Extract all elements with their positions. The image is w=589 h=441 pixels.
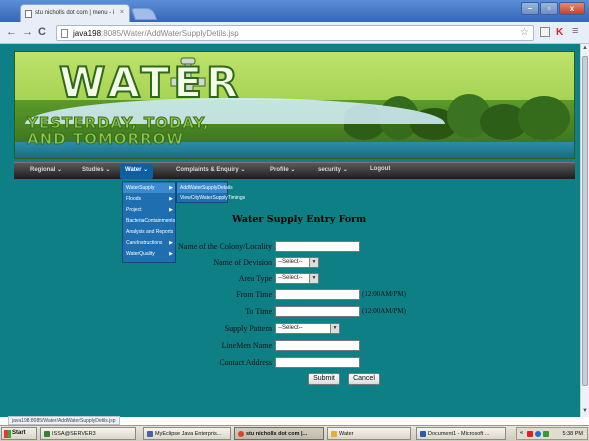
folder-icon [331,431,337,437]
menu-complaints-enquiry[interactable]: Complaints & Enquiry ⌄ [176,166,245,173]
watersupply-submenu: AddWaterSupplyDetails ViewCityWaterSuppl… [176,181,245,203]
screen: stu nicholls dot com | menu - i × – ▫ x … [0,0,589,441]
status-bar: java198:8085/Water/AddWaterSupplyDetils.… [8,416,120,425]
menu-logout[interactable]: Logout [370,166,390,172]
menu-item-care-instructions[interactable]: CareInstructions ▶ [123,238,175,248]
contact-address-label: Contact Address [219,358,272,367]
division-select[interactable]: --Select-- ▼ [275,257,319,268]
area-type-label: Area Type [238,274,272,283]
back-arrow-icon[interactable]: ← [6,26,17,38]
submenu-view-city-water-supply-timings[interactable]: ViewCityWaterSupplyTimings [177,193,245,203]
to-time-hint: (12:00AM/PM) [362,307,406,315]
browser-menu-icon[interactable]: ≡ [572,25,578,37]
windows-flag-icon [4,430,11,438]
maximize-button[interactable]: ▫ [540,2,558,15]
chevron-down-icon: ▼ [309,274,318,283]
browser-toolbar: ← → C java198:8085/Water/AddWaterSupplyD… [0,22,589,44]
new-tab-button[interactable] [130,8,158,20]
browser-titlebar: stu nicholls dot com | menu - i × – ▫ x [0,0,589,22]
main-menubar: Regional ⌄ Studies ⌄ Water ⌄ Complaints … [14,162,575,179]
division-label: Name of Devision [213,258,272,267]
submenu-add-water-supply-details[interactable]: AddWaterSupplyDetails [177,183,233,193]
supply-pattern-label: Supply Pattern [224,324,272,333]
tray-antivirus-icon[interactable] [527,431,533,437]
start-button[interactable]: Start [1,427,37,440]
taskbar-item-word-document[interactable]: Document1 - Microsoft ... [416,427,506,440]
from-time-input[interactable] [275,289,360,300]
tray-app-icon[interactable] [543,431,549,437]
scrollbar-thumb[interactable] [582,56,588,386]
chrome-icon [238,431,244,437]
tray-expand-icon[interactable]: « [520,430,523,436]
from-time-hint: (12:00AM/PM) [362,290,406,298]
to-time-input[interactable] [275,306,360,317]
linemen-label: LineMen Name [221,341,272,350]
colony-label: Name of the Colony/Locality [178,242,272,251]
vertical-scrollbar[interactable]: ▲ ▼ [580,44,589,417]
window-controls: – ▫ x [521,2,585,15]
menu-item-water-quality[interactable]: WaterQuality ▶ [123,249,175,259]
extension-red-icon[interactable]: K [556,27,563,38]
windows-taskbar: Start ISSA@SERVER3 MyEclipse Java Enterp… [0,425,589,441]
menu-item-project[interactable]: Project ▶ [123,205,175,215]
menu-studies[interactable]: Studies ⌄ [82,166,110,173]
word-icon [420,431,426,437]
tray-clock[interactable]: 5:38 PM [563,431,583,437]
tray-network-icon[interactable] [535,431,541,437]
scroll-down-icon[interactable]: ▼ [582,408,588,414]
form-title: Water Supply Entry Form [232,214,367,225]
menu-item-watersupply[interactable]: WaterSupply ▶ [123,183,175,193]
page-viewport: WATER YESTERDAY, TODAY, AND TOMORROW Reg… [0,44,580,417]
banner-subtitle-line2: AND TOMORROW [27,130,184,149]
reload-icon[interactable]: C [38,26,46,38]
minimize-button[interactable]: – [521,2,539,15]
close-window-button[interactable]: x [559,2,585,15]
system-tray: « 5:38 PM [516,427,588,440]
menu-item-floods[interactable]: Floods ▶ [123,194,175,204]
from-time-label: From Time [236,290,272,299]
contact-address-input[interactable] [275,357,360,368]
tab-close-icon[interactable]: × [120,9,124,16]
water-banner: WATER YESTERDAY, TODAY, AND TOMORROW [14,51,575,159]
menu-water[interactable]: Water ⌄ [120,164,154,179]
browser-tab[interactable]: stu nicholls dot com | menu - i × [20,4,130,22]
water-dropdown-menu: WaterSupply ▶ Floods ▶ Project ▶ BacteriaCo… [122,181,176,263]
bookmark-star-icon[interactable]: ☆ [520,27,529,38]
area-type-select[interactable]: --Select-- ▼ [275,273,319,284]
page-icon [61,29,68,38]
taskbar-item-issa-server[interactable]: ISSA@SERVER3 [40,427,136,440]
cancel-button[interactable]: Cancel [348,373,380,385]
banner-title: WATER [58,57,243,108]
colony-input[interactable] [275,241,360,252]
menu-regional[interactable]: Regional ⌄ [30,166,62,173]
menu-item-analysis-reports[interactable]: Analysis and Reports [123,227,175,237]
supply-pattern-select[interactable]: --Select-- ▼ [275,323,340,334]
taskbar-item-browser[interactable]: stu nicholls dot com |... [234,427,324,440]
to-time-label: To Time [245,307,272,316]
taskbar-item-water-folder[interactable]: Water [327,427,411,440]
forward-arrow-icon[interactable]: → [22,26,33,38]
menu-item-bacteria-containments[interactable]: BacteriaContainments [123,216,175,226]
address-bar[interactable]: java198:8085/Water/AddWaterSupplyDetils.… [56,25,534,41]
chevron-down-icon: ▼ [330,324,339,333]
scroll-up-icon[interactable]: ▲ [582,45,588,51]
menu-security[interactable]: security ⌄ [318,166,348,173]
address-host: java198 [73,29,102,38]
address-path: :8085/Water/AddWaterSupplyDetils.jsp [101,29,239,38]
linemen-input[interactable] [275,340,360,351]
menu-profile[interactable]: Profile ⌄ [270,166,295,173]
tab-title: stu nicholls dot com | menu - i [35,10,115,16]
chevron-down-icon: ▼ [309,258,318,267]
extension-icon[interactable] [540,27,550,37]
page-favicon-icon [25,10,32,18]
server-icon [44,431,50,437]
taskbar-item-myeclipse[interactable]: MyEclipse Java Enterpris... [143,427,231,440]
eclipse-icon [147,431,153,437]
submit-button[interactable]: Submit [308,373,340,385]
